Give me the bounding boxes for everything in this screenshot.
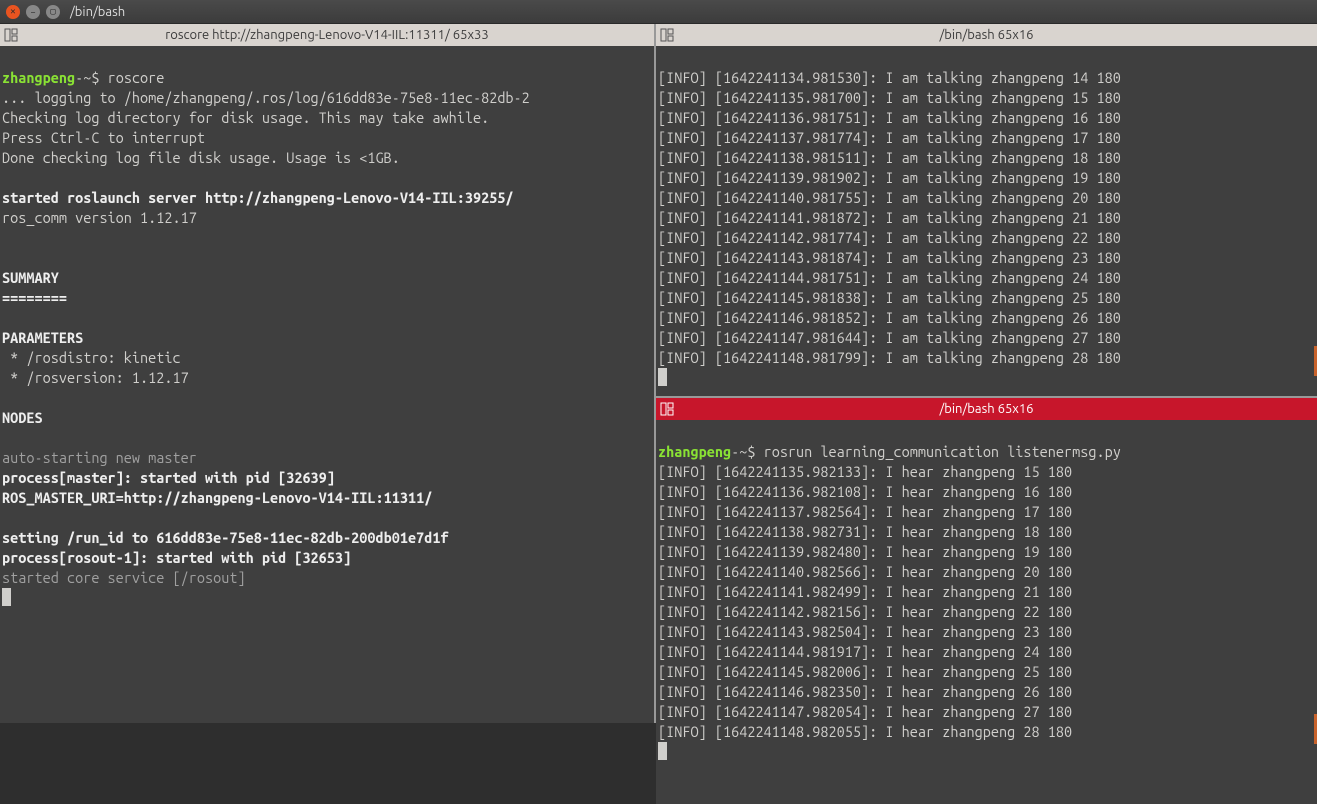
window-titlebar[interactable]: ✕ − ▢ /bin/bash	[0, 0, 1317, 24]
prompt-sep: -~$	[731, 443, 763, 460]
output-line: [INFO] [1642241136.981751]: I am talking…	[658, 109, 1121, 126]
terminal-left[interactable]: zhangpeng-~$ roscore ... logging to /hom…	[0, 46, 654, 723]
output-line: [INFO] [1642241143.981874]: I am talking…	[658, 249, 1121, 266]
pane-title-top-right[interactable]: /bin/bash 65x16	[656, 24, 1317, 46]
maximize-icon[interactable]: ▢	[46, 5, 60, 19]
output-line: [INFO] [1642241134.981530]: I am talking…	[658, 69, 1121, 86]
left-pane: roscore http://zhangpeng-Lenovo-V14-IIL:…	[0, 24, 656, 723]
output-line: process[rosout-1]: started with pid [326…	[2, 549, 351, 566]
output-line: [INFO] [1642241144.981751]: I am talking…	[658, 269, 1121, 286]
output-line: Press Ctrl-C to interrupt	[2, 129, 205, 146]
output-line: [INFO] [1642241140.981755]: I am talking…	[658, 189, 1121, 206]
output-line: [INFO] [1642241146.982350]: I hear zhang…	[658, 683, 1072, 700]
close-icon[interactable]: ✕	[6, 5, 20, 19]
output-line: Checking log directory for disk usage. T…	[2, 109, 489, 126]
pane-title-text: roscore http://zhangpeng-Lenovo-V14-IIL:…	[165, 28, 488, 42]
output-line: [INFO] [1642241139.982480]: I hear zhang…	[658, 543, 1072, 560]
output-line: [INFO] [1642241136.982108]: I hear zhang…	[658, 483, 1072, 500]
prompt-user: zhangpeng	[2, 69, 75, 86]
output-line: ... logging to /home/zhangpeng/.ros/log/…	[2, 89, 530, 106]
output-line: [INFO] [1642241141.982499]: I hear zhang…	[658, 583, 1072, 600]
output-line: [INFO] [1642241145.981838]: I am talking…	[658, 289, 1121, 306]
output-line: [INFO] [1642241147.982054]: I hear zhang…	[658, 703, 1072, 720]
output-line: ros_comm version 1.12.17	[2, 209, 197, 226]
prompt-user: zhangpeng	[658, 443, 731, 460]
pane-title-bottom-right[interactable]: /bin/bash 65x16	[656, 398, 1317, 420]
bottom-right-pane: /bin/bash 65x16 zhangpeng-~$ rosrun lear…	[656, 398, 1317, 804]
output-line: [INFO] [1642241138.982731]: I hear zhang…	[658, 523, 1072, 540]
output-line: [INFO] [1642241135.981700]: I am talking…	[658, 89, 1121, 106]
minimize-icon[interactable]: −	[26, 5, 40, 19]
command-text: roscore	[108, 69, 165, 86]
output-line: PARAMETERS	[2, 329, 83, 346]
output-line: [INFO] [1642241145.982006]: I hear zhang…	[658, 663, 1072, 680]
output-line: Done checking log file disk usage. Usage…	[2, 149, 400, 166]
cursor-icon	[2, 588, 11, 606]
window-title: /bin/bash	[70, 5, 125, 19]
output-line: NODES	[2, 409, 43, 426]
prompt-sep: -~$	[75, 69, 107, 86]
output-line: * /rosdistro: kinetic	[2, 349, 181, 366]
output-line: [INFO] [1642241148.982055]: I hear zhang…	[658, 723, 1072, 740]
output-line: * /rosversion: 1.12.17	[2, 369, 189, 386]
output-line: setting /run_id to 616dd83e-75e8-11ec-82…	[2, 529, 449, 546]
terminal-bottom-right[interactable]: zhangpeng-~$ rosrun learning_communicati…	[656, 420, 1317, 804]
command-text: rosrun learning_communication listenerms…	[764, 443, 1121, 460]
cursor-icon	[658, 742, 667, 760]
output-line: [INFO] [1642241148.981799]: I am talking…	[658, 349, 1121, 366]
output-line: [INFO] [1642241137.982564]: I hear zhang…	[658, 503, 1072, 520]
output-line: SUMMARY	[2, 269, 59, 286]
split-icon	[660, 402, 674, 416]
output-line: [INFO] [1642241139.981902]: I am talking…	[658, 169, 1121, 186]
output-line: [INFO] [1642241141.981872]: I am talking…	[658, 209, 1121, 226]
output-line: [INFO] [1642241135.982133]: I hear zhang…	[658, 463, 1072, 480]
output-line: process[master]: started with pid [32639…	[2, 469, 335, 486]
output-line: [INFO] [1642241142.982156]: I hear zhang…	[658, 603, 1072, 620]
output-line: ROS_MASTER_URI=http://zhangpeng-Lenovo-V…	[2, 489, 432, 506]
output-line: [INFO] [1642241137.981774]: I am talking…	[658, 129, 1121, 146]
output-line: [INFO] [1642241143.982504]: I hear zhang…	[658, 623, 1072, 640]
split-icon	[660, 28, 674, 42]
pane-title-left[interactable]: roscore http://zhangpeng-Lenovo-V14-IIL:…	[0, 24, 654, 46]
window-controls: ✕ − ▢	[6, 5, 60, 19]
right-panes: /bin/bash 65x16 [INFO] [1642241134.98153…	[656, 24, 1317, 723]
pane-title-text: /bin/bash 65x16	[939, 402, 1033, 416]
output-line: [INFO] [1642241144.981917]: I hear zhang…	[658, 643, 1072, 660]
output-line: [INFO] [1642241140.982566]: I hear zhang…	[658, 563, 1072, 580]
output-line: [INFO] [1642241142.981774]: I am talking…	[658, 229, 1121, 246]
cursor-icon	[658, 368, 667, 386]
terminator-panes: roscore http://zhangpeng-Lenovo-V14-IIL:…	[0, 24, 1317, 723]
terminal-top-right[interactable]: [INFO] [1642241134.981530]: I am talking…	[656, 46, 1317, 396]
output-line: [INFO] [1642241146.981852]: I am talking…	[658, 309, 1121, 326]
output-line: [INFO] [1642241147.981644]: I am talking…	[658, 329, 1121, 346]
output-line: started core service [/rosout]	[2, 569, 246, 586]
output-line: started roslaunch server http://zhangpen…	[2, 189, 514, 206]
output-line: [INFO] [1642241138.981511]: I am talking…	[658, 149, 1121, 166]
output-line: ========	[2, 289, 67, 306]
output-line: auto-starting new master	[2, 449, 197, 466]
pane-title-text: /bin/bash 65x16	[939, 28, 1033, 42]
split-icon	[4, 28, 18, 42]
top-right-pane: /bin/bash 65x16 [INFO] [1642241134.98153…	[656, 24, 1317, 398]
